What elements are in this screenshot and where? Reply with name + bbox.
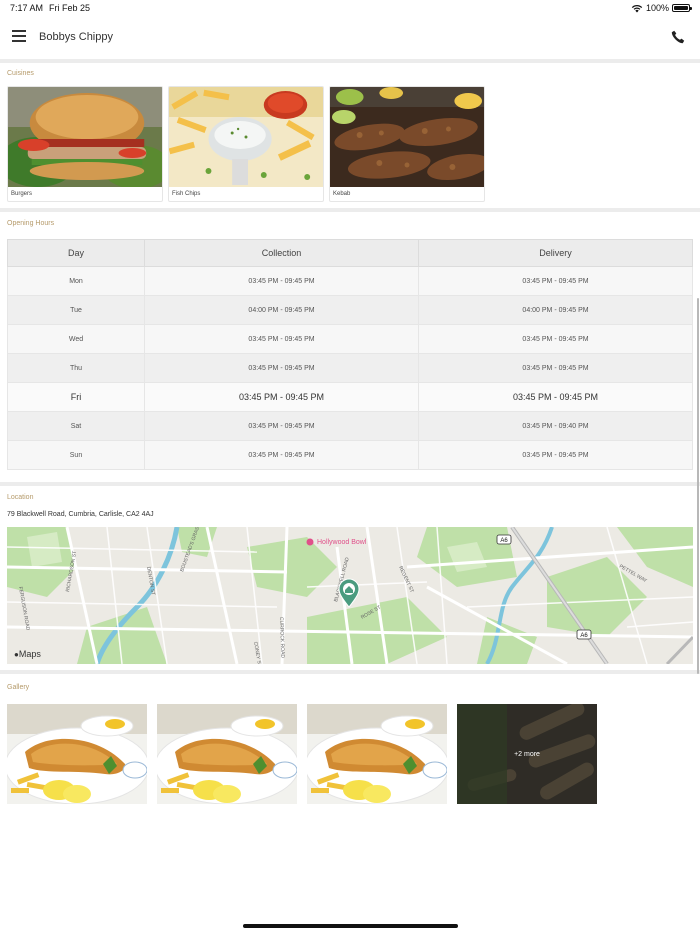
column-header-day: Day	[7, 239, 145, 267]
address-text: 79 Blackwell Road, Cumbria, Carlisle, CA…	[7, 511, 154, 518]
hours-cell-delivery: 04:00 PM - 09:45 PM	[418, 295, 693, 325]
divider	[0, 59, 700, 63]
hours-row: Sat 03:45 PM - 09:45 PM 03:45 PM - 09:40 P…	[7, 411, 693, 441]
maps-attribution: ●Maps	[14, 649, 41, 659]
maps-brand-label: Maps	[18, 649, 41, 659]
location-heading: Location	[7, 494, 34, 501]
phone-icon[interactable]	[671, 30, 685, 44]
cuisine-name: Kebab	[333, 191, 351, 197]
map-poi-label: Hollywood Bowl	[317, 539, 367, 546]
hours-cell-collection: 03:45 PM - 09:45 PM	[144, 382, 419, 412]
hours-cell-delivery: 03:45 PM - 09:45 PM	[418, 324, 693, 354]
cuisine-card-kebab[interactable]: Kebab	[329, 86, 485, 202]
kebab-image	[330, 87, 484, 187]
gallery-heading: Gallery	[7, 684, 30, 691]
hamburger-icon[interactable]	[12, 30, 26, 42]
road-shield-a6: A6	[500, 538, 508, 544]
fish-chips-photo	[157, 704, 297, 804]
app-header: Bobbys Chippy	[0, 18, 700, 59]
opening-hours-heading: Opening Hours	[7, 220, 55, 227]
gallery-more-label: +2 more	[514, 750, 540, 758]
hours-cell-delivery: 03:45 PM - 09:40 PM	[418, 411, 693, 441]
hours-cell-delivery: 03:45 PM - 09:45 PM	[418, 266, 693, 296]
opening-hours-table: Day Collection Delivery Mon 03:45 PM - 09…	[7, 239, 693, 470]
hours-cell-day: Fri	[7, 382, 145, 412]
divider	[0, 208, 700, 212]
divider	[0, 670, 700, 674]
hours-cell-day: Mon	[7, 266, 145, 296]
status-indicators: 100%	[631, 3, 692, 13]
hours-row: Thu 03:45 PM - 09:45 PM 03:45 PM - 09:45 P…	[7, 353, 693, 383]
hours-cell-collection: 03:45 PM - 09:45 PM	[144, 324, 419, 354]
status-date: Fri Feb 25	[49, 3, 91, 13]
hours-cell-delivery: 03:45 PM - 09:45 PM	[418, 382, 693, 412]
gallery-more-button[interactable]: +2 more	[457, 704, 597, 804]
app-title: Bobbys Chippy	[39, 31, 113, 43]
gallery-image[interactable]	[157, 704, 297, 804]
burger-image	[8, 87, 162, 189]
hours-cell-collection: 03:45 PM - 09:45 PM	[144, 411, 419, 441]
hours-row: Mon 03:45 PM - 09:45 PM 03:45 PM - 09:45 P…	[7, 266, 693, 296]
column-header-collection: Collection	[144, 239, 419, 267]
hours-cell-delivery: 03:45 PM - 09:45 PM	[418, 440, 693, 470]
hours-cell-day: Tue	[7, 295, 145, 325]
location-map[interactable]: A6 A6 BLACKWELL ROAD ROSE ST REGENT ST C…	[7, 527, 693, 664]
gallery-image[interactable]	[7, 704, 147, 804]
divider	[0, 482, 700, 486]
hours-cell-day: Thu	[7, 353, 145, 383]
map-canvas: A6 A6 BLACKWELL ROAD ROSE ST REGENT ST C…	[7, 527, 693, 664]
scrollbar[interactable]	[697, 298, 699, 674]
hours-cell-delivery: 03:45 PM - 09:45 PM	[418, 353, 693, 383]
cuisine-name: Burgers	[11, 191, 33, 197]
status-bar: 7:17 AM Fri Feb 25 100%	[0, 0, 700, 18]
hours-row: Sun 03:45 PM - 09:45 PM 03:45 PM - 09:45 P…	[7, 440, 693, 470]
cuisines-heading: Cuisines	[7, 70, 34, 77]
battery-level	[674, 6, 688, 10]
hours-row: Wed 03:45 PM - 09:45 PM 03:45 PM - 09:45 P…	[7, 324, 693, 354]
cuisine-name: Fish Chips	[172, 191, 201, 197]
gallery-image[interactable]	[307, 704, 447, 804]
battery-percent: 100%	[645, 3, 669, 13]
road-shield-a6: A6	[580, 633, 588, 639]
hours-cell-collection: 03:45 PM - 09:45 PM	[144, 266, 419, 296]
status-time: 7:17 AM	[10, 3, 44, 13]
wifi-icon	[631, 4, 643, 12]
hours-cell-day: Sat	[7, 411, 145, 441]
hours-row: Fri 03:45 PM - 09:45 PM 03:45 PM - 09:45 P…	[7, 382, 693, 412]
fish-chips-photo	[307, 704, 447, 804]
hours-cell-day: Wed	[7, 324, 145, 354]
column-header-delivery: Delivery	[418, 239, 693, 267]
cuisine-card-fish-chips[interactable]: Fish Chips	[168, 86, 324, 202]
hours-row: Tue 04:00 PM - 09:45 PM 04:00 PM - 09:45 P…	[7, 295, 693, 325]
fish-chips-photo	[7, 704, 147, 804]
home-indicator[interactable]	[243, 924, 458, 928]
hours-cell-collection: 03:45 PM - 09:45 PM	[144, 353, 419, 383]
cuisine-card-burgers[interactable]: Burgers	[7, 86, 163, 202]
fish-chips-image	[169, 87, 323, 187]
hours-cell-day: Sun	[7, 440, 145, 470]
battery-icon	[672, 4, 692, 12]
hours-cell-collection: 03:45 PM - 09:45 PM	[144, 440, 419, 470]
hours-cell-collection: 04:00 PM - 09:45 PM	[144, 295, 419, 325]
